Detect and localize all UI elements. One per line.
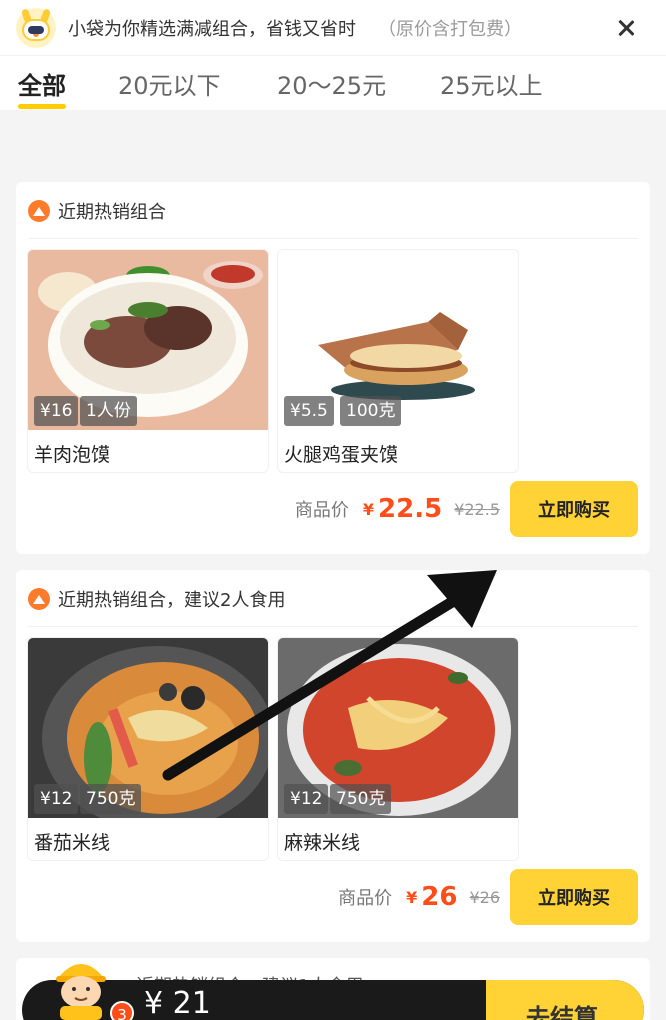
header-title: 小袋为你精选满减组合，省钱又省时 [68,18,356,40]
dish-name: 番茄米线 [34,832,111,854]
tab-over-25[interactable]: 25元以上 [440,66,543,101]
dish-portion-tag: 100克 [340,396,402,426]
dish-portion-tag: 750克 [80,784,142,814]
price-row: 商品价 ¥ 22.5 ¥22.5 立即购买 [295,481,638,537]
tab-all[interactable]: 全部 [18,66,66,101]
tab-under-20[interactable]: 20元以下 [118,66,221,101]
tab-20-to-25[interactable]: 20～25元 [277,66,386,101]
combo-price: 26 [421,882,458,912]
card-title: 近期热销组合 [58,202,166,223]
dish-name: 羊肉泡馍 [34,444,111,466]
price-filter-tabs: 全部 20元以下 20～25元 25元以上 [0,56,666,110]
dish-price-tag: ¥16 [34,396,79,426]
combo-card: 近期热销组合，建议2人食用 ¥12 750克 番茄米线 ¥12 750克 麻辣米… [16,570,650,942]
dish-price-tag: ¥5.5 [284,396,334,426]
dish-name: 火腿鸡蛋夹馍 [284,444,399,466]
dish-portion-tag: 750克 [330,784,392,814]
dish-price-tag: ¥12 [284,784,329,814]
buy-now-button[interactable]: 立即购买 [510,869,638,925]
price-label: 商品价 [294,500,349,521]
close-icon[interactable] [612,14,640,42]
card-header: 近期热销组合 [28,198,166,224]
checkout-button[interactable]: 去结算 [486,980,644,1020]
header-note: （原价含打包费） [378,18,522,40]
currency-symbol: ¥ [406,887,418,907]
dish-item[interactable]: ¥12 750克 麻辣米线 [277,637,519,861]
cart-total: ¥ 21 [144,986,211,1020]
dish-item[interactable]: ¥16 1人份 羊肉泡馍 [27,249,269,473]
divider [28,626,638,627]
price-label: 商品价 [338,888,393,909]
cart-count-badge: 3 [110,1001,134,1020]
original-price: ¥26 [469,887,500,907]
dish-name: 麻辣米线 [284,832,361,854]
courier-mascot-icon [56,964,106,1020]
robot-mascot-icon [16,7,56,48]
active-tab-indicator [18,104,66,109]
currency-symbol: ¥ [362,499,375,519]
header-bar: 小袋为你精选满减组合，省钱又省时 （原价含打包费） [0,0,666,56]
divider [28,238,638,239]
combo-picker-panel: 小袋为你精选满减组合，省钱又省时 （原价含打包费） 全部 20元以下 20～25… [0,0,666,1020]
price-row: 商品价 ¥ 26 ¥26 立即购买 [338,869,638,925]
original-price: ¥22.5 [454,499,500,519]
dish-price-tag: ¥12 [34,784,79,814]
dish-item[interactable]: ¥12 750克 番茄米线 [27,637,269,861]
card-title: 近期热销组合，建议2人食用 [58,590,286,611]
dish-portion-tag: 1人份 [80,396,137,426]
card-header: 近期热销组合，建议2人食用 [28,586,285,612]
combo-price: 22.5 [378,494,443,524]
buy-now-button[interactable]: 立即购买 [510,481,638,537]
combo-card: 近期热销组合 ¥16 1人份 羊肉泡馍 ¥5.5 100克 火腿鸡蛋夹馍 商品价… [16,182,650,554]
dish-item[interactable]: ¥5.5 100克 火腿鸡蛋夹馍 [277,249,519,473]
flame-icon [28,200,50,222]
flame-icon [28,588,50,610]
